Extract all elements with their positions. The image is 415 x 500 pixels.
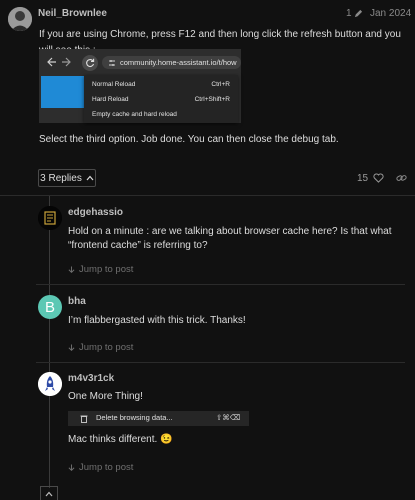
person-photo-icon (8, 7, 32, 31)
heart-icon[interactable] (373, 173, 384, 183)
edit-count[interactable]: 1 (346, 8, 363, 19)
jump-to-post-link[interactable]: Jump to post (68, 462, 133, 473)
like-count[interactable]: 15 (357, 173, 368, 184)
reply-divider (36, 362, 405, 363)
reply-author-name[interactable]: edgehassio (68, 207, 123, 218)
chevron-up-icon (45, 491, 53, 496)
link-icon[interactable] (396, 173, 407, 183)
delete-browsing-data-label: Delete browsing data... (96, 413, 173, 422)
rocket-icon (38, 372, 62, 396)
reply-text: One More Thing! (68, 391, 143, 402)
post-date[interactable]: Jan 2024 (370, 8, 411, 19)
menu-item-hard-reload: Hard Reload Ctrl+Shift+R (92, 96, 230, 103)
collapse-replies-button[interactable] (40, 486, 58, 500)
author-avatar[interactable] (8, 7, 32, 31)
reply-avatar-m4v3r1ck[interactable] (38, 372, 62, 396)
edit-count-value: 1 (346, 8, 352, 19)
menu-item-empty-cache: Empty cache and hard reload (92, 111, 177, 118)
reply-divider (36, 284, 405, 285)
reply-text-continued: “frontend cache” is referring to? (68, 240, 208, 251)
arrow-down-icon (68, 464, 75, 471)
trash-icon (80, 415, 88, 423)
pencil-icon (354, 9, 362, 18)
arrow-down-icon (68, 344, 75, 351)
arrow-down-icon (68, 266, 75, 273)
post-author-name[interactable]: Neil_Brownlee (38, 8, 107, 19)
avatar-letter: B (44, 298, 55, 316)
replies-toggle-button[interactable]: 3 Replies (38, 169, 96, 187)
jump-to-post-link[interactable]: Jump to post (68, 342, 133, 353)
mac-menu-screenshot: Delete browsing data... ⇧⌘⌫ (68, 411, 249, 426)
document-icon (38, 206, 62, 230)
post-divider (0, 195, 415, 196)
site-settings-icon (109, 60, 115, 66)
thread-line (49, 196, 50, 488)
reply-text: I’m flabbergasted with this trick. Thank… (68, 315, 246, 326)
chevron-up-icon (86, 175, 94, 181)
reload-context-menu: Normal Reload Ctrl+R Hard Reload Ctrl+Sh… (84, 75, 238, 123)
address-url: community.home-assistant.io/t/how (120, 58, 237, 67)
reply-author-name[interactable]: m4v3r1ck (68, 373, 114, 384)
reply-author-name[interactable]: bha (68, 296, 86, 307)
menu-item-normal-reload: Normal Reload Ctrl+R (92, 81, 230, 88)
post-outro-text: Select the third option. Job done. You c… (39, 134, 339, 145)
reply-avatar-edgehassio[interactable] (38, 206, 62, 230)
reply-text-continued: Mac thinks different. 😉 (68, 434, 173, 445)
replies-label: 3 Replies (40, 172, 82, 184)
jump-to-post-link[interactable]: Jump to post (68, 264, 133, 275)
delete-browsing-data-shortcut: ⇧⌘⌫ (216, 413, 241, 422)
back-forward-icon (47, 57, 71, 67)
reply-avatar-bha[interactable]: B (38, 295, 62, 319)
reload-icon (86, 58, 95, 68)
